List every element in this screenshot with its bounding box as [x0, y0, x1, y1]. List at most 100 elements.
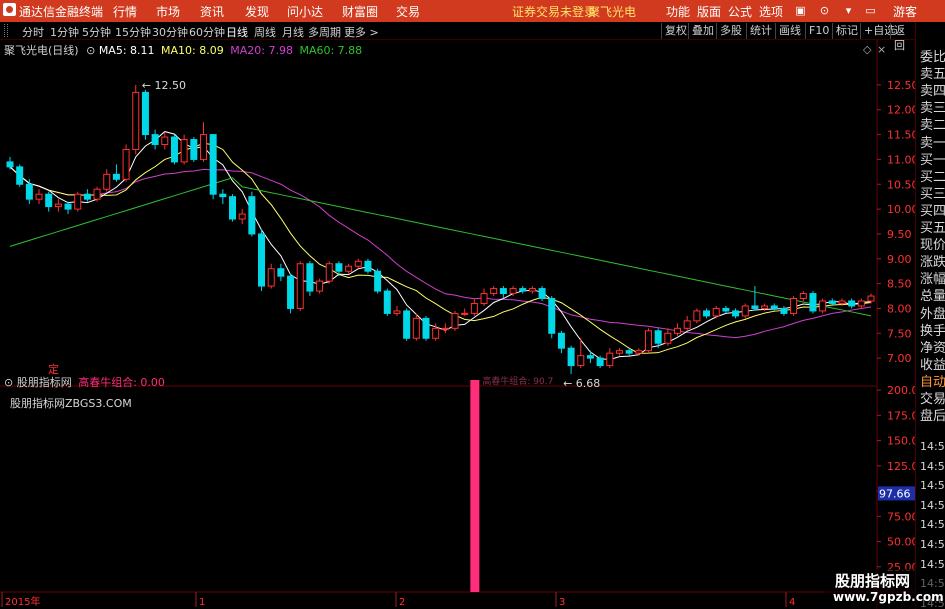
candle-body [170, 136, 178, 163]
candle-body [383, 290, 391, 314]
indicator-tick-label: 200.00 [887, 384, 915, 397]
candle-body [393, 310, 401, 314]
indicator-tick-label: 150.00 [887, 435, 915, 448]
indicator-tick-label: 125.00 [887, 460, 915, 473]
chart-diamond-icon[interactable]: ◇ [863, 43, 871, 56]
settings-icon[interactable]: ▣ [792, 2, 809, 19]
mark-button[interactable]: 标记 [832, 23, 861, 39]
period-weekly[interactable]: 周线 [254, 24, 276, 40]
indicator-site-text: 股朋指标网ZBGS3.COM [10, 397, 132, 410]
indicator-tick-label: 175.00 [887, 409, 915, 422]
f10-button[interactable]: F10 [805, 23, 832, 39]
candle-body [296, 263, 304, 309]
candle-body [6, 161, 14, 168]
skin-icon[interactable]: ⊙ [816, 2, 833, 19]
guest-label[interactable]: 游客 [893, 3, 917, 20]
menu-ask[interactable]: 问小达 [287, 3, 323, 20]
candle-body [644, 330, 652, 352]
candle-body [25, 183, 33, 200]
candle-body [112, 173, 120, 180]
price-tick-label: 12.00 [887, 104, 915, 117]
candle-body [499, 288, 507, 295]
date-label: 2 [399, 597, 405, 608]
candle-body [287, 275, 295, 309]
menu-layout[interactable]: 版面 [697, 3, 721, 20]
multi-stock-button[interactable]: 多股 [716, 23, 745, 39]
price-tick-label: 10.00 [887, 203, 915, 216]
ma10-label: MA10: 8.09 [161, 44, 224, 57]
back-button[interactable]: 返回 [890, 23, 915, 52]
period-monthly[interactable]: 月线 [282, 24, 304, 40]
quote-side-panel: 委比 卖五 卖四 卖三 卖二 卖一 买一 买二 买三 买四 买五 现价 涨跌 涨幅 总量 外盘 换手 净资 收益 自动… [915, 22, 945, 609]
candle-body [741, 305, 749, 317]
candle-body [790, 298, 798, 314]
menu-discover[interactable]: 发现 [245, 3, 269, 20]
period-60min[interactable]: 60分钟 [189, 24, 225, 40]
minimize-icon[interactable]: ▾ [840, 2, 857, 19]
trade-time: 14:56 [920, 538, 945, 551]
draw-button[interactable]: 画线 [775, 23, 804, 39]
menu-quotes[interactable]: 行情 [113, 3, 137, 20]
candle-body [258, 233, 266, 287]
candle-body [664, 332, 672, 344]
candle-body [64, 203, 72, 210]
menu-market[interactable]: 市场 [156, 3, 180, 20]
menu-options[interactable]: 选项 [759, 3, 783, 20]
indicator-tick-label: 50.00 [887, 536, 915, 549]
restore-icon[interactable]: ▭ [862, 2, 879, 19]
price-tick-label: 10.50 [887, 178, 915, 191]
candle-body [374, 270, 382, 292]
candle-body [480, 293, 488, 304]
login-notice[interactable]: 证券交易未登录 [512, 3, 596, 20]
candle-body [103, 173, 111, 190]
chart-close-icon[interactable]: × [877, 43, 886, 56]
candle-body [180, 139, 188, 163]
menu-news[interactable]: 资讯 [200, 3, 224, 20]
candle-body [848, 300, 856, 307]
menu-wealth[interactable]: 财富圈 [342, 3, 378, 20]
candle-body [761, 305, 769, 309]
candle-body [674, 327, 682, 334]
price-tick-label: 8.50 [887, 278, 912, 291]
legend-toggle-icon[interactable]: ⊙ [86, 44, 95, 57]
indicator-cursor-label: 97.66 [879, 487, 911, 500]
candle-body [693, 310, 701, 322]
date-label: 2015年 [5, 595, 40, 608]
candle-body [577, 355, 585, 367]
price-tick-label: 7.00 [887, 352, 912, 365]
period-more[interactable]: 更多 > [344, 24, 379, 40]
period-daily[interactable]: 日线 [226, 24, 248, 40]
period-15min[interactable]: 15分钟 [115, 24, 151, 40]
candle-body [654, 330, 662, 344]
indicator-toggle-icon[interactable]: ⊙ [4, 376, 13, 389]
candle-body [635, 350, 643, 354]
menu-formula[interactable]: 公式 [728, 3, 752, 20]
period-5min[interactable]: 5分钟 [82, 24, 111, 40]
overlay-button[interactable]: 叠加 [688, 23, 717, 39]
menu-trade[interactable]: 交易 [396, 3, 420, 20]
high-price-label: ← 12.50 [142, 79, 186, 92]
period-tick[interactable]: 分时 [22, 24, 44, 40]
candle-body [838, 300, 846, 304]
period-30min[interactable]: 30分钟 [152, 24, 188, 40]
candle-body [16, 166, 24, 185]
period-multi[interactable]: 多周期 [308, 24, 341, 40]
restore-rights-button[interactable]: 复权 [661, 23, 690, 39]
side-label[interactable]: 盘后 [920, 405, 945, 424]
candle-body [867, 295, 875, 302]
candle-body [586, 355, 594, 359]
menu-function[interactable]: 功能 [666, 3, 690, 20]
period-1min[interactable]: 1分钟 [50, 24, 79, 40]
stats-button[interactable]: 统计 [746, 23, 775, 39]
price-tick-label: 11.00 [887, 153, 915, 166]
ma5-label: MA5: 8.11 [98, 44, 155, 57]
chart-area[interactable]: 12.50 12.00 11.50 11.00 10.50 10.00 9.50 9.00 8.… [0, 40, 926, 609]
chart-svg[interactable]: 12.50 12.00 11.50 11.00 10.50 10.00 9.50 9.00 8.… [0, 40, 926, 609]
price-legend: 聚飞光电(日线) ⊙ MA5: 8.11 MA10: 8.09 MA20: 7.… [4, 42, 362, 58]
candle-body [335, 263, 343, 272]
candle-body [54, 203, 62, 208]
candle-body [354, 260, 362, 267]
candle-body [548, 298, 556, 334]
toolbar-grip-icon[interactable] [4, 24, 8, 37]
indicator-value: 高春牛组合: 0.00 [78, 376, 165, 389]
